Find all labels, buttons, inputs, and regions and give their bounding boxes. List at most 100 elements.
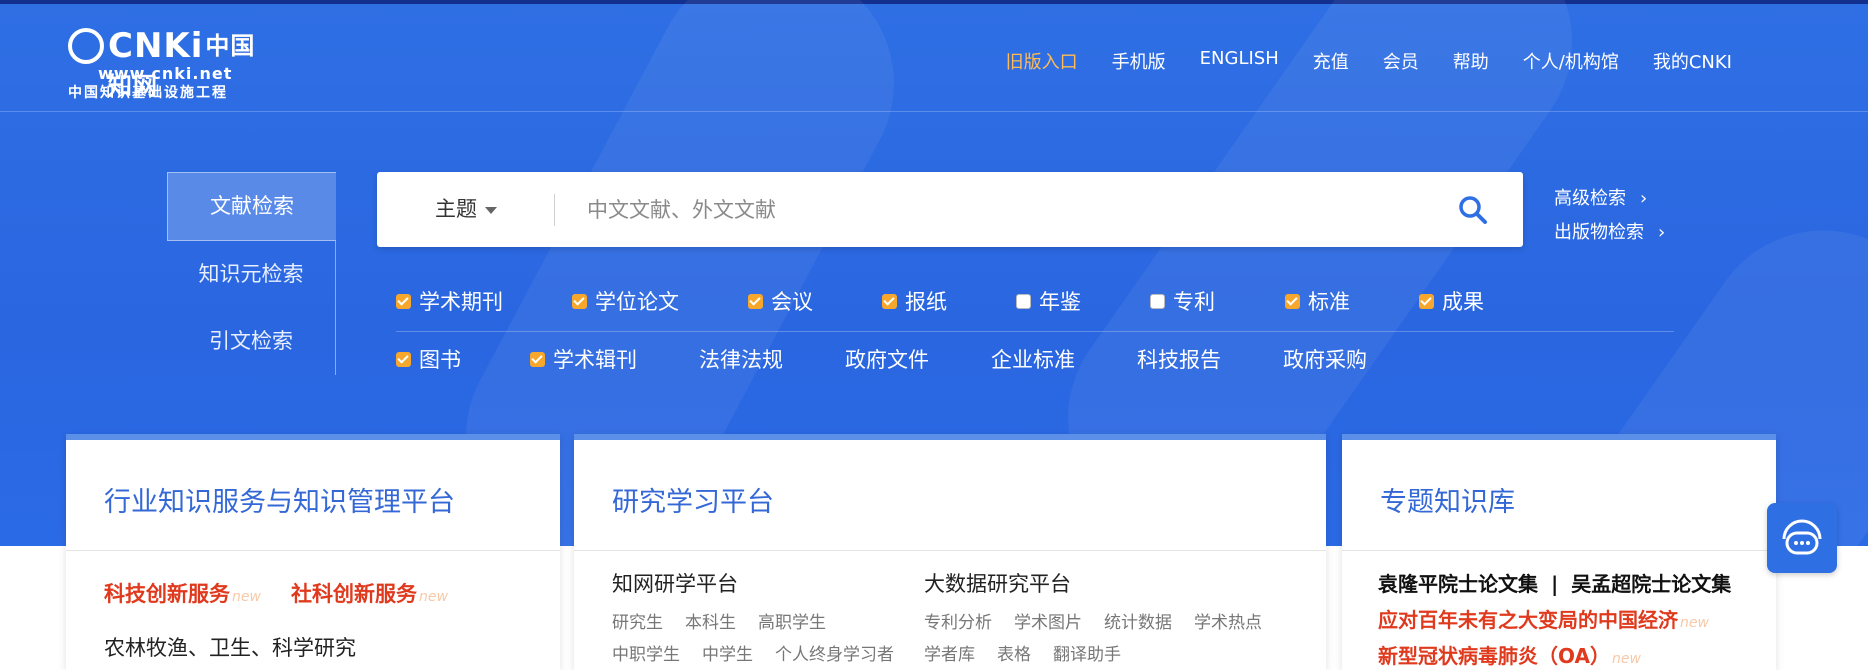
checkbox-conferences[interactable]: 会议 [748, 286, 882, 316]
research-learning-card: 研究学习平台 知网研学平台 研究生 本科生 高职学生 中职学生 中学生 个人终身… [574, 434, 1326, 670]
link-scholar-db[interactable]: 学者库 [924, 640, 975, 665]
chat-headset-icon [1782, 519, 1822, 555]
big-data-platform-link[interactable]: 大数据研究平台 [924, 568, 1071, 598]
logo-url: www.cnki.net [98, 64, 233, 83]
economy-topic-label: 应对百年未有之大变局的中国经济 [1378, 608, 1678, 632]
checkbox-label: 学术辑刊 [553, 348, 637, 372]
nav-personal-institution[interactable]: 个人/机构馆 [1523, 48, 1619, 74]
tab-knowledge-element-search[interactable]: 知识元检索 [167, 241, 336, 308]
divider [66, 550, 560, 551]
checkbox-label: 成果 [1442, 290, 1484, 314]
globe-icon [68, 28, 104, 64]
search-type-tabs: 文献检索 知识元检索 引文检索 [167, 172, 336, 375]
link-wu-mengchao[interactable]: 吴孟超院士论文集 [1571, 572, 1731, 596]
checkbox-label: 标准 [1308, 290, 1350, 314]
checkbox-books[interactable]: 图书 [396, 344, 530, 374]
link-hot-topics[interactable]: 学术热点 [1194, 608, 1262, 633]
academician-collections: 袁隆平院士论文集 | 吴孟超院士论文集 [1378, 568, 1731, 597]
link-tech-reports[interactable]: 科技报告 [1137, 344, 1283, 374]
checkbox-label: 年鉴 [1039, 290, 1081, 314]
checkbox-icon [396, 293, 411, 309]
link-enterprise-standards[interactable]: 企业标准 [991, 344, 1137, 374]
checkbox-label: 图书 [419, 348, 461, 372]
checkbox-icon [1016, 293, 1031, 309]
checkbox-label: 学位论文 [595, 290, 679, 314]
checkbox-icon [748, 293, 763, 309]
search-input[interactable] [585, 186, 1409, 234]
nav-my-cnki[interactable]: 我的CNKI [1653, 48, 1732, 74]
new-badge: new [1611, 651, 1641, 667]
study-audience-row: 中职学生 中学生 个人终身学习者 [612, 640, 894, 665]
checkbox-patents[interactable]: 专利 [1150, 286, 1285, 316]
link-academic-images[interactable]: 学术图片 [1014, 608, 1082, 633]
checkbox-label: 会议 [771, 290, 813, 314]
economy-topic-link[interactable]: 应对百年未有之大变局的中国经济 new [1378, 604, 1709, 633]
link-secondary-vocational[interactable]: 中职学生 [612, 640, 680, 665]
nav-english[interactable]: ENGLISH [1200, 48, 1279, 74]
topic-knowledge-card: 专题知识库 袁隆平院士论文集 | 吴孟超院士论文集 应对百年未有之大变局的中国经… [1342, 434, 1776, 670]
study-audience-row: 研究生 本科生 高职学生 [612, 608, 826, 633]
checkbox-yearbooks[interactable]: 年鉴 [1016, 286, 1150, 316]
logo-slogan: 中国知识基础设施工程 [68, 85, 228, 101]
checkbox-theses[interactable]: 学位论文 [572, 286, 748, 316]
publication-search-label: 出版物检索 [1554, 222, 1644, 243]
link-patent-analysis[interactable]: 专利分析 [924, 608, 992, 633]
nav-mobile[interactable]: 手机版 [1112, 48, 1166, 74]
new-badge: new [232, 589, 261, 605]
covid-topic-link[interactable]: 新型冠状病毒肺炎（OA） new [1378, 640, 1641, 669]
nav-old-version[interactable]: 旧版入口 [1006, 48, 1078, 74]
nav-help[interactable]: 帮助 [1453, 48, 1489, 74]
card-title[interactable]: 专题知识库 [1380, 480, 1515, 519]
social-science-link[interactable]: 社科创新服务 new [291, 578, 448, 608]
search-icon[interactable] [1457, 194, 1489, 226]
link-graduate[interactable]: 研究生 [612, 608, 663, 633]
resource-type-row-1: 学术期刊 学位论文 会议 报纸 年鉴 专利 标准 成果 [396, 286, 1484, 316]
checkbox-icon [1285, 293, 1300, 309]
link-lifelong-learner[interactable]: 个人终身学习者 [775, 640, 894, 665]
card-title[interactable]: 行业知识服务与知识管理平台 [104, 480, 455, 519]
publication-search-link[interactable]: 出版物检索 › [1554, 216, 1665, 250]
link-vocational[interactable]: 高职学生 [758, 608, 826, 633]
link-middle-school[interactable]: 中学生 [702, 640, 753, 665]
link-undergraduate[interactable]: 本科生 [685, 608, 736, 633]
checkbox-icon [1150, 293, 1165, 309]
divider [396, 331, 1674, 332]
top-nav: 旧版入口 手机版 ENGLISH 充值 会员 帮助 个人/机构馆 我的CNKI [1006, 48, 1732, 74]
checkbox-achievements[interactable]: 成果 [1419, 286, 1484, 316]
resource-type-row-2: 图书 学术辑刊 法律法规 政府文件 企业标准 科技报告 政府采购 [396, 344, 1367, 374]
checkbox-label: 专利 [1173, 290, 1215, 314]
link-laws[interactable]: 法律法规 [699, 344, 845, 374]
cnki-study-platform-link[interactable]: 知网研学平台 [612, 568, 738, 598]
link-translation-assistant[interactable]: 翻译助手 [1053, 640, 1121, 665]
customer-service-button[interactable] [1767, 503, 1837, 573]
industry-list[interactable]: 农林牧渔、卫生、科学研究 [104, 632, 356, 662]
big-data-tools-row: 专利分析 学术图片 统计数据 学术热点 [924, 608, 1262, 633]
checkbox-newspapers[interactable]: 报纸 [882, 286, 1016, 316]
advanced-search-link[interactable]: 高级检索 › [1554, 182, 1665, 216]
tab-citation-search[interactable]: 引文检索 [167, 308, 336, 375]
new-badge: new [1680, 615, 1709, 631]
tech-innovation-link[interactable]: 科技创新服务 new [104, 578, 261, 608]
checkbox-journals[interactable]: 学术期刊 [396, 286, 572, 316]
nav-recharge[interactable]: 充值 [1313, 48, 1349, 74]
cnki-logo[interactable]: CNKi中国知网 www.cnki.net 中国知识基础设施工程 [68, 26, 278, 101]
search-field-label: 主题 [435, 197, 477, 221]
link-tables[interactable]: 表格 [997, 640, 1031, 665]
big-data-tools-row: 学者库 表格 翻译助手 [924, 640, 1121, 665]
link-government-procurement[interactable]: 政府采购 [1283, 344, 1367, 374]
link-statistics[interactable]: 统计数据 [1104, 608, 1172, 633]
chevron-right-icon: › [1658, 222, 1666, 243]
logo-brand: CNKi [108, 26, 204, 66]
side-links: 高级检索 › 出版物检索 › [1554, 182, 1665, 250]
checkbox-standards[interactable]: 标准 [1285, 286, 1419, 316]
link-yuan-longping[interactable]: 袁隆平院士论文集 [1378, 572, 1538, 596]
link-government-documents[interactable]: 政府文件 [845, 344, 991, 374]
nav-member[interactable]: 会员 [1383, 48, 1419, 74]
industry-knowledge-card: 行业知识服务与知识管理平台 科技创新服务 new 社科创新服务 new 农林牧渔、卫… [66, 434, 560, 670]
tab-literature-search[interactable]: 文献检索 [167, 172, 336, 241]
checkbox-icon [882, 293, 897, 309]
checkbox-academic-series[interactable]: 学术辑刊 [530, 344, 699, 374]
search-field-select[interactable]: 主题 [435, 172, 497, 247]
checkbox-label: 学术期刊 [419, 290, 503, 314]
card-title[interactable]: 研究学习平台 [612, 480, 774, 519]
